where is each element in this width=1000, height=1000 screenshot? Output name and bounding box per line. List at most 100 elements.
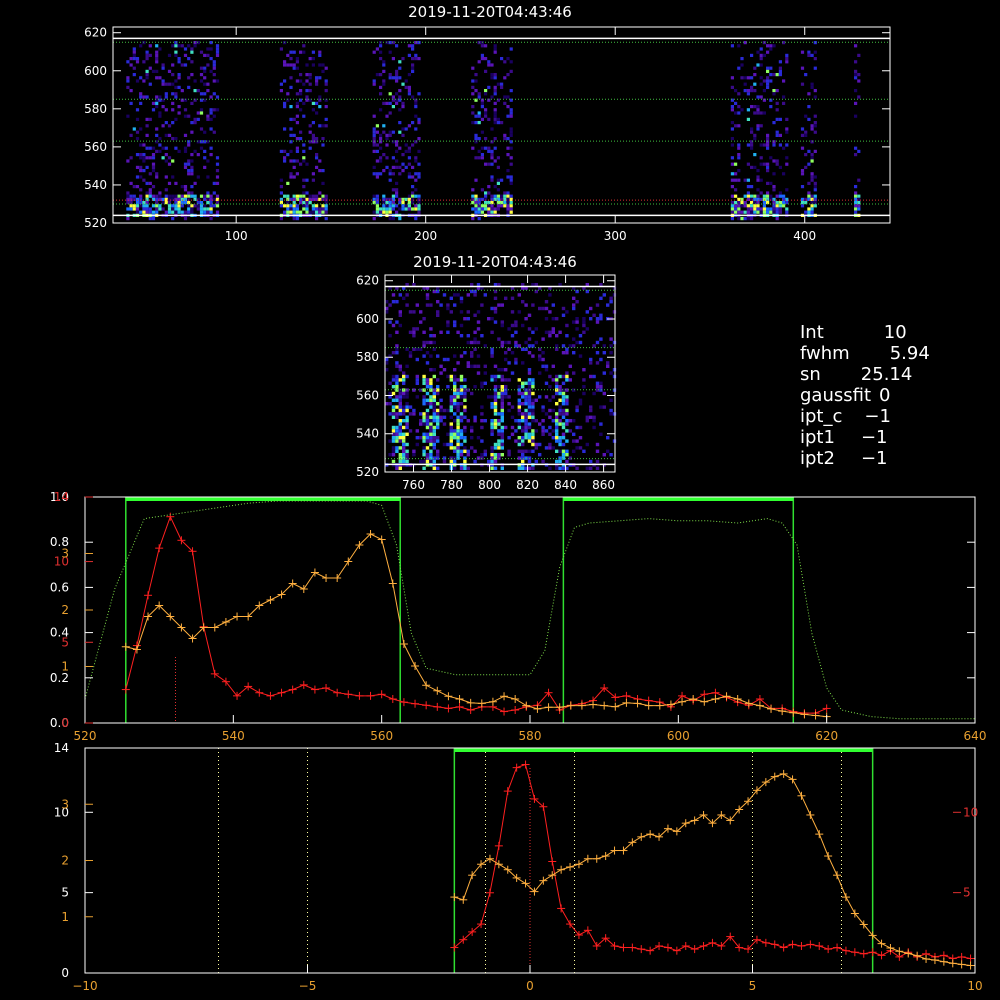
heat-cell <box>142 79 146 83</box>
heat-cell <box>514 344 518 348</box>
heat-cell <box>391 293 396 297</box>
heat-cell <box>527 402 532 406</box>
heat-cell <box>151 210 156 214</box>
heat-cell <box>487 162 491 166</box>
heat-cell <box>142 156 146 160</box>
heat-cell <box>145 124 149 128</box>
heat-cell <box>412 408 416 413</box>
heat-cell <box>521 456 525 460</box>
heat-cell <box>429 456 433 460</box>
heat-cell <box>167 53 172 57</box>
heat-cell <box>321 69 325 73</box>
heat-cell <box>453 374 457 379</box>
heat-cell <box>442 422 447 426</box>
heat-cell <box>126 60 130 64</box>
heat-cell <box>295 172 299 176</box>
heat-cell <box>480 156 484 160</box>
heat-cell <box>183 162 188 166</box>
heat-cell <box>177 207 181 211</box>
heat-cell <box>171 207 175 211</box>
heat-cell <box>490 378 494 382</box>
heat-cell <box>148 181 152 185</box>
heat-cell <box>436 439 440 443</box>
heat-cell <box>324 117 328 121</box>
heat-cell <box>800 146 805 150</box>
heat-cell <box>279 204 283 208</box>
heat-cell <box>190 130 194 134</box>
heat-cell <box>854 210 858 214</box>
heat-cell <box>541 432 545 436</box>
heat-cell <box>139 188 143 192</box>
heat-cell <box>509 60 513 64</box>
heat-cell <box>493 50 497 54</box>
heat-cell <box>382 82 386 86</box>
heat-cell <box>402 449 406 453</box>
heat-cell <box>558 439 562 443</box>
heat-cell <box>318 191 322 195</box>
heat-cell <box>321 207 325 211</box>
heat-cell <box>551 395 555 399</box>
x-tick-label: 800 <box>478 478 501 492</box>
heat-cell <box>385 300 389 304</box>
heat-cell <box>484 146 488 150</box>
heat-cell <box>203 149 207 153</box>
heat-cell <box>187 159 191 163</box>
heat-cell <box>422 449 426 453</box>
heat-cell <box>436 412 440 416</box>
heat-cell <box>199 73 204 77</box>
heat-cell <box>737 178 741 182</box>
heat-cell <box>199 194 204 198</box>
heat-cell <box>483 344 487 348</box>
heat-cell <box>766 137 770 141</box>
heat-cell <box>496 117 500 121</box>
heat-cell <box>425 419 430 423</box>
heat-cell <box>517 385 521 389</box>
heat-cell <box>592 374 596 379</box>
heat-cell <box>206 194 210 198</box>
heat-cell <box>456 408 460 413</box>
heat-cell <box>453 449 457 453</box>
heat-cell <box>497 419 501 423</box>
heat-cell <box>766 207 770 211</box>
heat-cell <box>453 398 457 402</box>
heat-cell <box>490 459 494 464</box>
heat-cell <box>398 419 402 423</box>
x-tick-label: 840 <box>554 478 577 492</box>
info-ipt1-label: ipt1 <box>800 427 835 448</box>
heat-cell <box>145 50 149 54</box>
heat-cell <box>599 337 603 341</box>
heat-cell <box>318 50 322 54</box>
info-fwhm-label: fwhm <box>800 343 850 364</box>
heat-cell <box>305 207 309 211</box>
heat-cell <box>429 398 433 402</box>
heat-cell <box>391 412 396 416</box>
heat-cell <box>555 436 559 440</box>
heat-cell <box>466 466 470 470</box>
heat-cell <box>572 306 576 311</box>
heat-cell <box>391 459 396 464</box>
heat-cell <box>541 419 545 423</box>
heat-cell <box>436 466 440 470</box>
heat-cell <box>480 101 484 105</box>
heat-cell <box>527 439 532 443</box>
heat-cell <box>589 317 593 321</box>
heat-cell <box>599 405 603 409</box>
heat-cell <box>142 169 146 173</box>
heat-cell <box>429 385 433 389</box>
heat-cell <box>164 210 168 214</box>
heat-cell <box>737 146 741 150</box>
heat-cell <box>404 127 408 131</box>
heat-cell <box>466 419 470 423</box>
heat-cell <box>476 436 481 440</box>
heat-cell <box>142 143 146 147</box>
heat-cell <box>500 446 504 450</box>
heat-cell <box>388 391 392 396</box>
heat-cell <box>766 82 770 86</box>
heat-cell <box>422 381 426 385</box>
heat-cell <box>432 405 436 409</box>
heat-cell <box>398 310 402 314</box>
heat-cell <box>199 204 204 208</box>
heat-cell <box>164 108 168 112</box>
x-tick-label: 640 <box>964 729 987 743</box>
heat-cell <box>459 354 464 358</box>
